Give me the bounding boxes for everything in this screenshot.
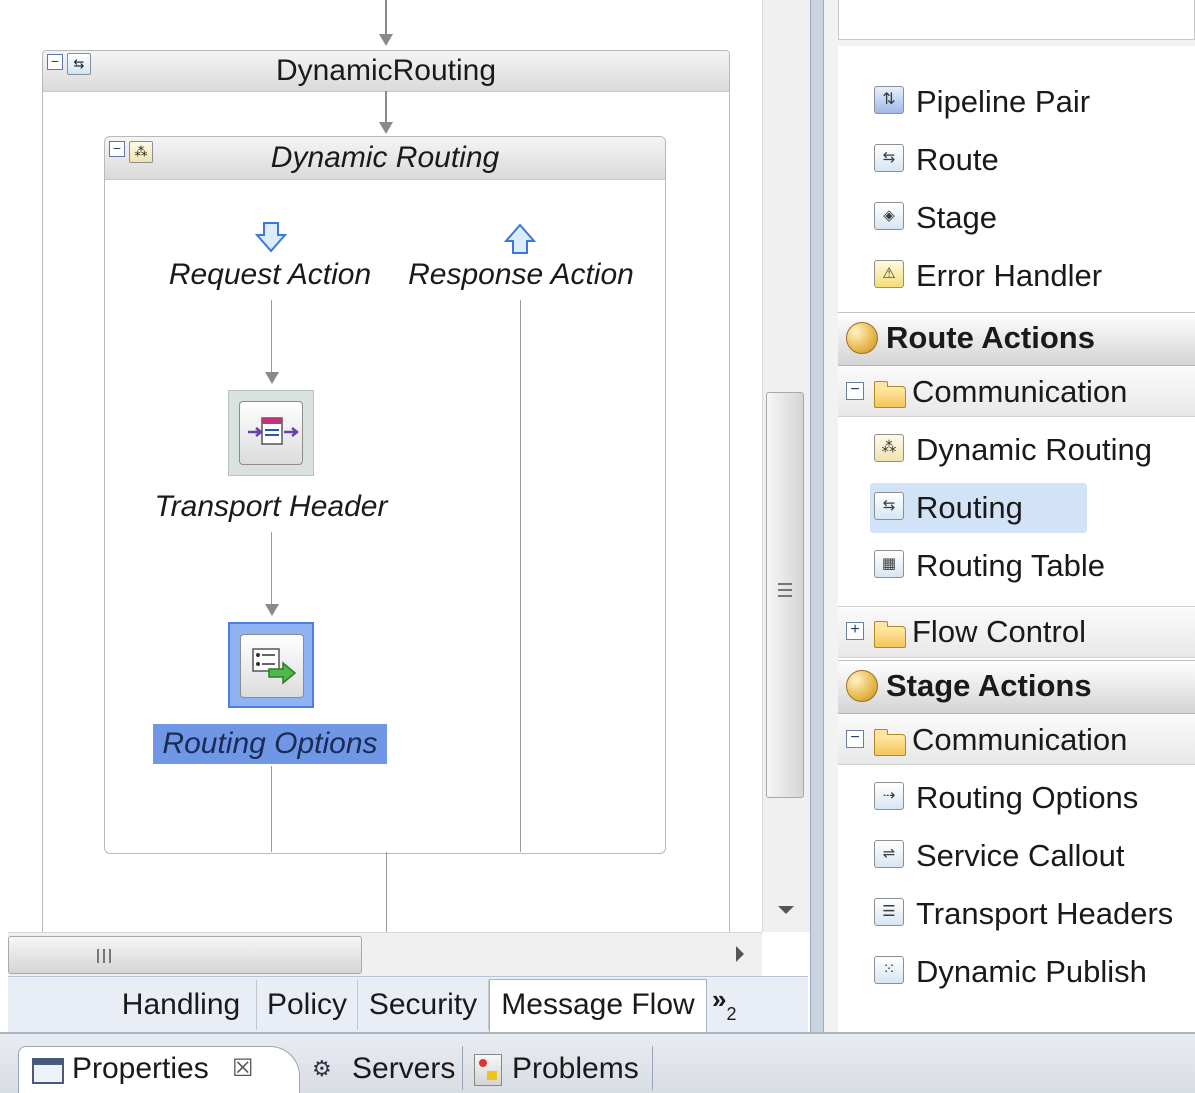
palette-list xyxy=(838,46,1195,1032)
grip-line xyxy=(778,589,792,591)
folder-icon xyxy=(874,729,906,756)
pipeline-pair-icon: ⇅ xyxy=(874,86,904,114)
palette-item-routing-options[interactable]: Routing Options xyxy=(916,780,1138,816)
flow-arrowhead xyxy=(265,604,279,616)
routing-icon: ⇆ xyxy=(874,492,904,520)
flow-arrowhead xyxy=(379,122,393,134)
palette-drawer-icon xyxy=(846,670,878,702)
close-icon[interactable]: ☒ xyxy=(232,1046,254,1091)
more-tabs-button[interactable]: »2 xyxy=(712,984,752,1028)
dynamic-routing-icon: ⁂ xyxy=(874,434,904,462)
expand-toggle[interactable]: + xyxy=(846,622,864,640)
servers-icon: ⚙ xyxy=(312,1056,332,1081)
dynamic-routing-title: Dynamic Routing xyxy=(270,141,500,174)
problems-icon-dot xyxy=(479,1059,487,1067)
grip-line xyxy=(778,583,792,585)
route-node-title: DynamicRouting xyxy=(275,54,497,87)
palette-item-routing-table[interactable]: Routing Table xyxy=(916,548,1105,584)
routing-options-icon xyxy=(252,648,297,685)
palette-search-box[interactable] xyxy=(838,0,1195,40)
message-flow-canvas[interactable]: − ⇆ DynamicRouting − ⁂ Dynamic Routing R… xyxy=(0,0,812,1032)
tab-servers[interactable]: Servers xyxy=(352,1046,455,1091)
flow-connector xyxy=(520,300,521,852)
problems-icon xyxy=(474,1054,502,1086)
palette-item-dynamic-routing[interactable]: Dynamic Routing xyxy=(916,432,1152,468)
palette-item-dynamic-publish[interactable]: Dynamic Publish xyxy=(916,954,1147,990)
route-node-header: − ⇆ DynamicRouting xyxy=(43,51,729,92)
flow-arrowhead xyxy=(265,372,279,384)
more-tabs-glyph: » xyxy=(712,984,727,1014)
tab-problems[interactable]: Problems xyxy=(512,1046,639,1091)
tab-security[interactable]: Security xyxy=(358,980,489,1030)
tab-policy[interactable]: Policy xyxy=(257,980,358,1030)
more-tabs-count: 2 xyxy=(726,1004,737,1024)
flow-connector xyxy=(271,532,272,606)
horizontal-scroll-thumb[interactable] xyxy=(8,936,362,974)
palette-item-routing[interactable]: Routing xyxy=(916,490,1023,526)
palette-item-service-callout[interactable]: Service Callout xyxy=(916,838,1124,874)
collapse-toggle[interactable]: − xyxy=(846,382,864,400)
folder-icon xyxy=(874,381,906,408)
palette-item-error-handler[interactable]: Error Handler xyxy=(916,258,1102,294)
error-handler-icon: ⚠ xyxy=(874,260,904,288)
tab-handling[interactable]: Handling xyxy=(106,980,257,1030)
collapse-toggle[interactable]: − xyxy=(846,730,864,748)
palette-item-transport-headers[interactable]: Transport Headers xyxy=(916,896,1173,932)
dynamic-publish-icon: ⁙ xyxy=(874,956,904,984)
transport-header-tile xyxy=(239,401,303,465)
drawer-stage-actions-title: Stage Actions xyxy=(886,668,1092,703)
palette-item-pipeline-pair[interactable]: Pipeline Pair xyxy=(916,84,1090,120)
dynamic-routing-header: − ⁂ Dynamic Routing xyxy=(105,137,665,180)
grip-line xyxy=(97,949,99,963)
sash-divider[interactable] xyxy=(810,0,824,1032)
tab-divider xyxy=(652,1046,653,1090)
flow-connector xyxy=(271,300,272,374)
routing-options-tile xyxy=(240,634,304,698)
tab-divider xyxy=(462,1046,463,1090)
palette-drawer-icon xyxy=(846,322,878,354)
properties-icon xyxy=(32,1058,64,1084)
flow-connector xyxy=(271,766,272,852)
problems-icon-warn xyxy=(487,1071,497,1080)
grip-line xyxy=(109,949,111,963)
response-action-label: Response Action xyxy=(408,258,634,291)
flow-connector xyxy=(385,91,387,125)
route-icon: ⇆ xyxy=(874,144,904,172)
properties-icon-bar xyxy=(34,1060,62,1065)
palette-item-route[interactable]: Route xyxy=(916,142,999,178)
folder-communication-label: Communication xyxy=(912,374,1128,409)
transport-header-label: Transport Header xyxy=(154,490,388,523)
properties-label: Properties xyxy=(72,1052,209,1085)
drawer-route-actions-title: Route Actions xyxy=(886,320,1095,355)
folder-flow-control-label: Flow Control xyxy=(912,614,1086,649)
scroll-right-arrow-icon[interactable] xyxy=(736,946,744,962)
vertical-scroll-thumb[interactable] xyxy=(766,392,804,798)
tab-message-flow[interactable]: Message Flow xyxy=(489,979,707,1032)
stage-icon: ◈ xyxy=(874,202,904,230)
flow-arrowhead xyxy=(379,34,393,46)
grip-line xyxy=(778,595,792,597)
response-arrow-icon xyxy=(503,223,537,254)
routing-options-label: Routing Options xyxy=(153,724,387,764)
routing-options-icon: ⇢ xyxy=(874,782,904,810)
grip-line xyxy=(103,949,105,963)
service-callout-icon: ⇌ xyxy=(874,840,904,868)
folder-icon xyxy=(874,621,906,648)
transport-headers-icon: ☰ xyxy=(874,898,904,926)
flow-connector xyxy=(386,852,387,932)
scroll-down-arrow-icon[interactable] xyxy=(778,906,794,914)
routing-options-node[interactable] xyxy=(228,622,314,708)
request-arrow-icon xyxy=(254,222,288,253)
folder-communication-label: Communication xyxy=(912,722,1128,757)
flow-connector xyxy=(385,0,387,36)
routing-table-icon: ▦ xyxy=(874,550,904,578)
palette-item-stage[interactable]: Stage xyxy=(916,200,997,236)
transport-header-node[interactable] xyxy=(228,390,314,476)
transport-header-icon xyxy=(248,417,300,445)
request-action-label: Request Action xyxy=(168,258,372,291)
